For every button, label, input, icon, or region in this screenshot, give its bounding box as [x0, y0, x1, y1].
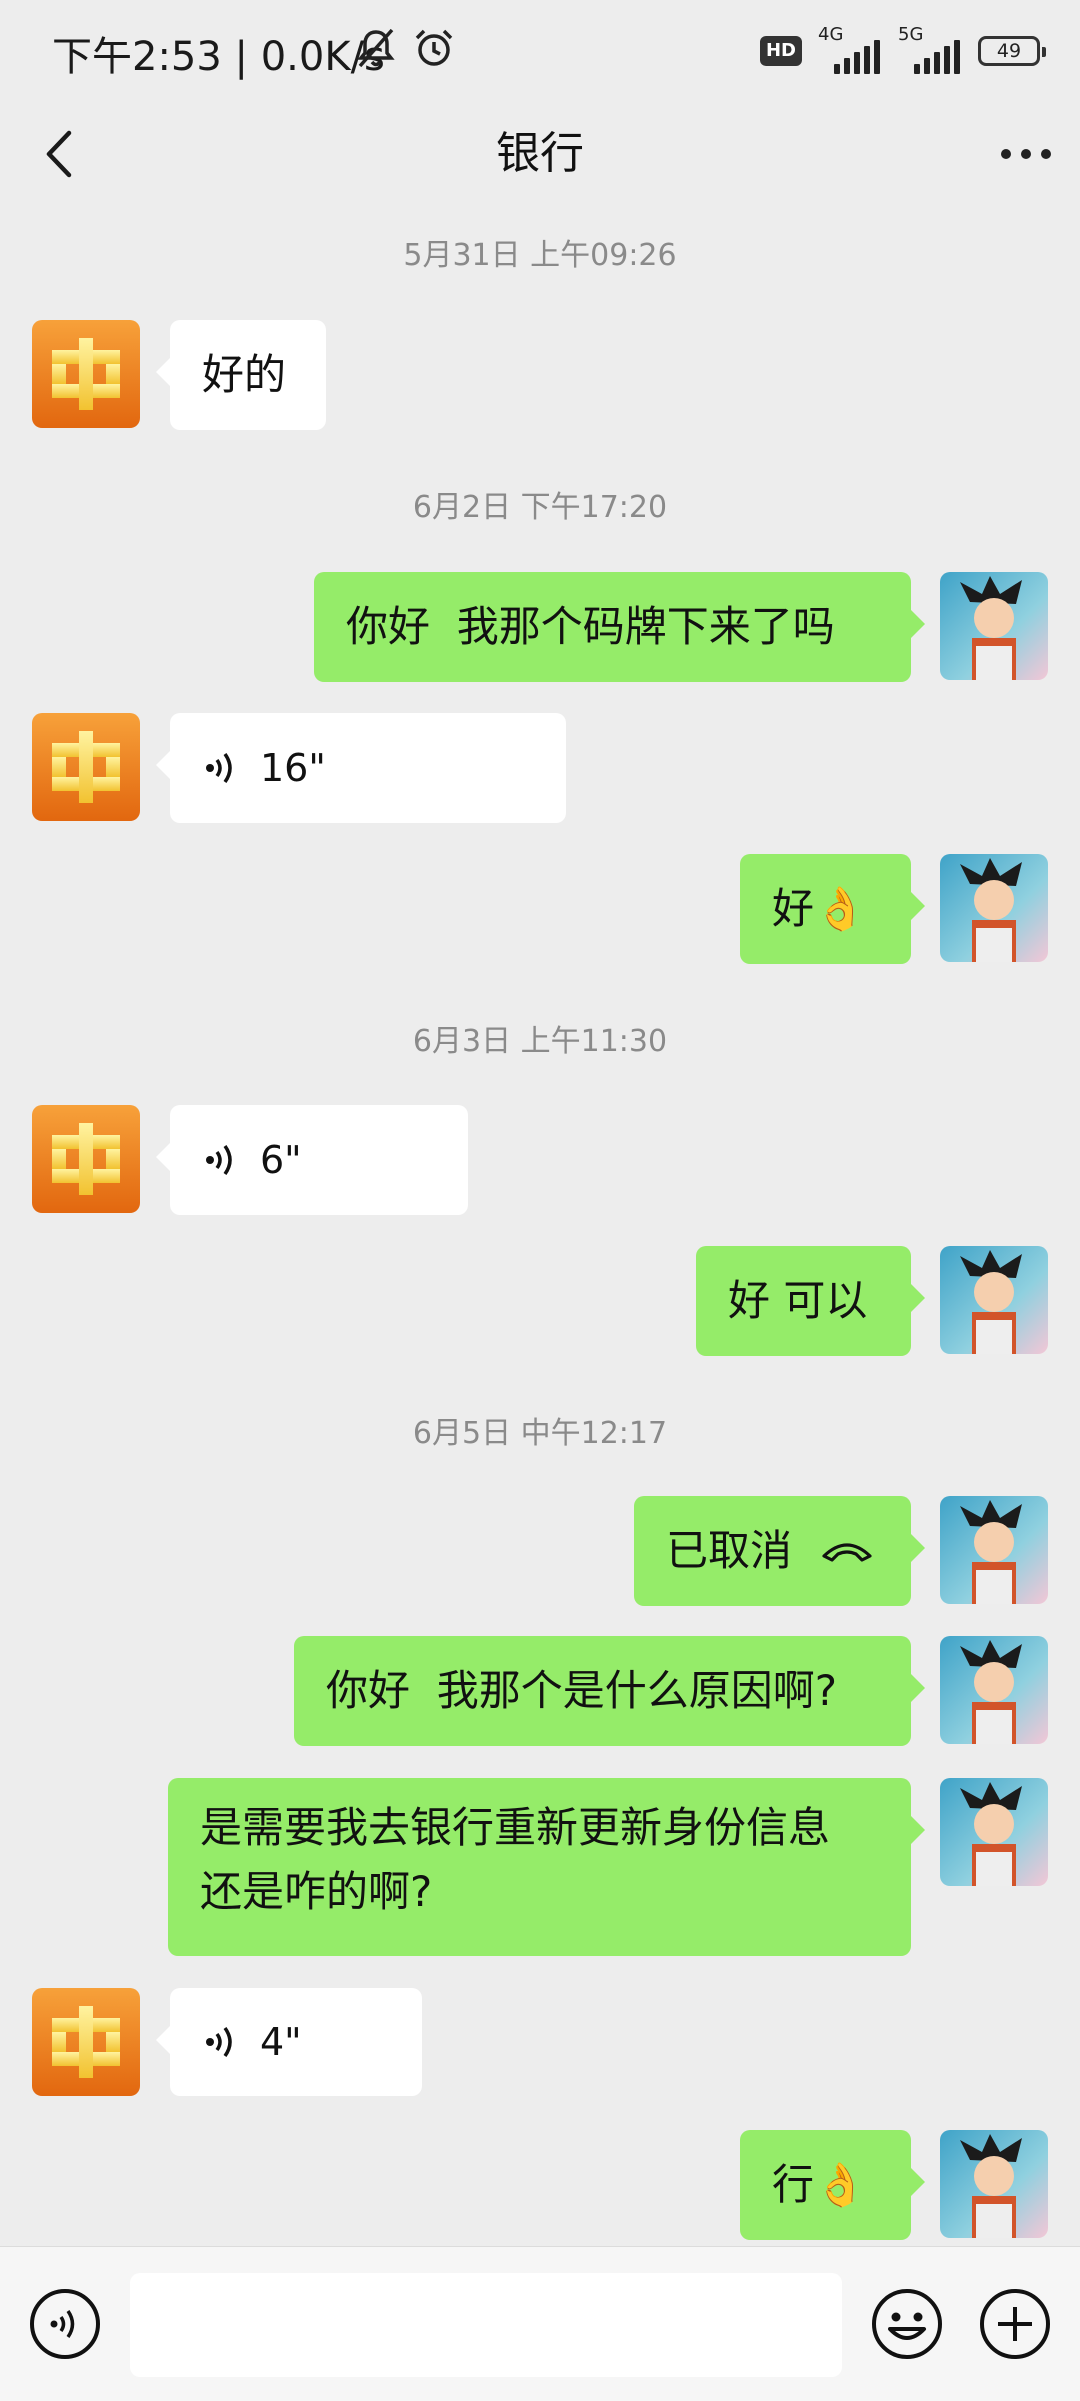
voice-message-incoming[interactable]: 6": [156, 1105, 468, 1215]
signal-4g-icon: 4G: [818, 24, 882, 74]
chat-title: 银行: [496, 128, 584, 179]
more-dots-icon: [1001, 149, 1051, 159]
user-avatar[interactable]: [940, 1778, 1048, 1886]
emoji-icon: [872, 2289, 942, 2359]
goku-avatar-icon: [940, 1778, 1048, 1886]
call-record-outgoing[interactable]: 已取消: [634, 1496, 925, 1606]
bank-logo-icon: [32, 1105, 140, 1213]
hd-voice-icon: HD: [759, 36, 802, 66]
plus-icon: [980, 2289, 1050, 2359]
message-bubble-outgoing[interactable]: 行👌: [740, 2130, 925, 2240]
voice-message-incoming[interactable]: 4": [156, 1988, 422, 2096]
more-button[interactable]: [996, 124, 1056, 184]
goku-avatar-icon: [940, 2130, 1048, 2238]
chevron-left-icon: [46, 130, 72, 178]
message-bubble-outgoing[interactable]: 好👌: [740, 854, 925, 964]
message-bubble-outgoing[interactable]: 你好 我那个码牌下来了吗: [314, 572, 925, 682]
contact-avatar[interactable]: [32, 1988, 140, 2096]
voice-duration: 4": [260, 2020, 302, 2064]
back-button[interactable]: [30, 124, 86, 184]
emoji-button[interactable]: [870, 2287, 944, 2361]
voice-duration: 6": [260, 1138, 302, 1182]
user-avatar[interactable]: [940, 1496, 1048, 1604]
battery-level: 49: [996, 40, 1022, 62]
contact-avatar[interactable]: [32, 713, 140, 821]
user-avatar[interactable]: [940, 1246, 1048, 1354]
phone-hangup-icon: [820, 1538, 874, 1564]
goku-avatar-icon: [940, 572, 1048, 680]
bank-logo-icon: [32, 1988, 140, 2096]
timestamp: 6月3日 上午11:30: [412, 1024, 668, 1059]
voice-wave-icon: [202, 1140, 242, 1180]
user-avatar[interactable]: [940, 1636, 1048, 1744]
goku-avatar-icon: [940, 854, 1048, 962]
voice-wave-icon: [202, 748, 242, 788]
more-functions-button[interactable]: [978, 2287, 1052, 2361]
voice-mode-button[interactable]: [28, 2287, 102, 2361]
mute-icon: [354, 26, 398, 74]
goku-avatar-icon: [940, 1496, 1048, 1604]
chat-area[interactable]: 5月31日 上午09:26 好的 6月2日 下午17:20 你好 我那个码牌下来…: [0, 208, 1080, 2246]
message-bubble-outgoing[interactable]: 是需要我去银行重新更新身份信息 还是咋的啊?: [168, 1778, 925, 1956]
timestamp: 5月31日 上午09:26: [403, 238, 677, 273]
alarm-icon: [412, 26, 456, 74]
goku-avatar-icon: [940, 1636, 1048, 1744]
contact-avatar[interactable]: [32, 1105, 140, 1213]
goku-avatar-icon: [940, 1246, 1048, 1354]
message-bubble-incoming[interactable]: 好的: [156, 320, 326, 430]
user-avatar[interactable]: [940, 854, 1048, 962]
bank-logo-icon: [32, 320, 140, 428]
voice-message-incoming[interactable]: 16": [156, 713, 566, 823]
bank-logo-icon: [32, 713, 140, 821]
voice-mode-icon: [30, 2289, 100, 2359]
message-input[interactable]: [130, 2273, 842, 2377]
input-bar: [0, 2246, 1080, 2401]
contact-avatar[interactable]: [32, 320, 140, 428]
voice-wave-icon: [202, 2022, 242, 2062]
timestamp: 6月2日 下午17:20: [412, 490, 668, 525]
signal-5g-icon: 5G: [898, 24, 962, 74]
status-bar: 下午2:53 | 0.0K/s HD 4G 5G 49: [0, 0, 1080, 100]
timestamp: 6月5日 中午12:17: [412, 1416, 668, 1451]
message-bubble-outgoing[interactable]: 你好 我那个是什么原因啊?: [294, 1636, 925, 1746]
battery-icon: 49: [978, 36, 1046, 66]
message-bubble-outgoing[interactable]: 好 可以: [696, 1246, 925, 1356]
chat-header: 银行: [0, 100, 1080, 208]
status-time: 下午2:53 | 0.0K/s: [52, 34, 385, 80]
user-avatar[interactable]: [940, 2130, 1048, 2238]
voice-duration: 16": [260, 746, 326, 790]
user-avatar[interactable]: [940, 572, 1048, 680]
